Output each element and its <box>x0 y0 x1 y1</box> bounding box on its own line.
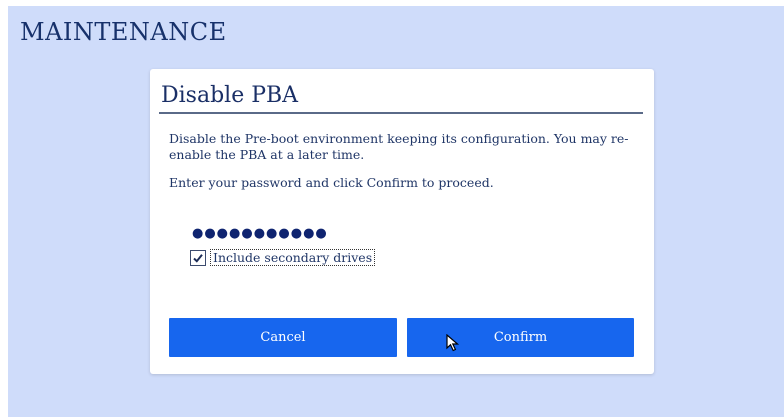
dialog-description: Disable the Pre-boot environment keeping… <box>169 131 629 162</box>
cancel-button[interactable]: Cancel <box>169 318 397 357</box>
password-input[interactable]: ●●●●●●●●●●● <box>192 226 328 241</box>
include-secondary-label[interactable]: Include secondary drives <box>210 249 376 266</box>
title-divider <box>159 112 643 114</box>
mouse-pointer-icon <box>446 334 460 352</box>
maintenance-screen: MAINTENANCE Disable PBA Disable the Pre-… <box>8 6 784 417</box>
disable-pba-dialog: Disable PBA Disable the Pre-boot environ… <box>150 69 654 374</box>
screen-title: MAINTENANCE <box>20 18 227 46</box>
dialog-title: Disable PBA <box>161 83 299 108</box>
dialog-instruction: Enter your password and click Confirm to… <box>169 175 494 190</box>
confirm-button[interactable]: Confirm <box>407 318 634 357</box>
include-secondary-checkbox[interactable] <box>190 249 206 266</box>
checkmark-icon <box>193 253 203 263</box>
include-secondary-drives-option[interactable]: Include secondary drives <box>190 249 376 266</box>
